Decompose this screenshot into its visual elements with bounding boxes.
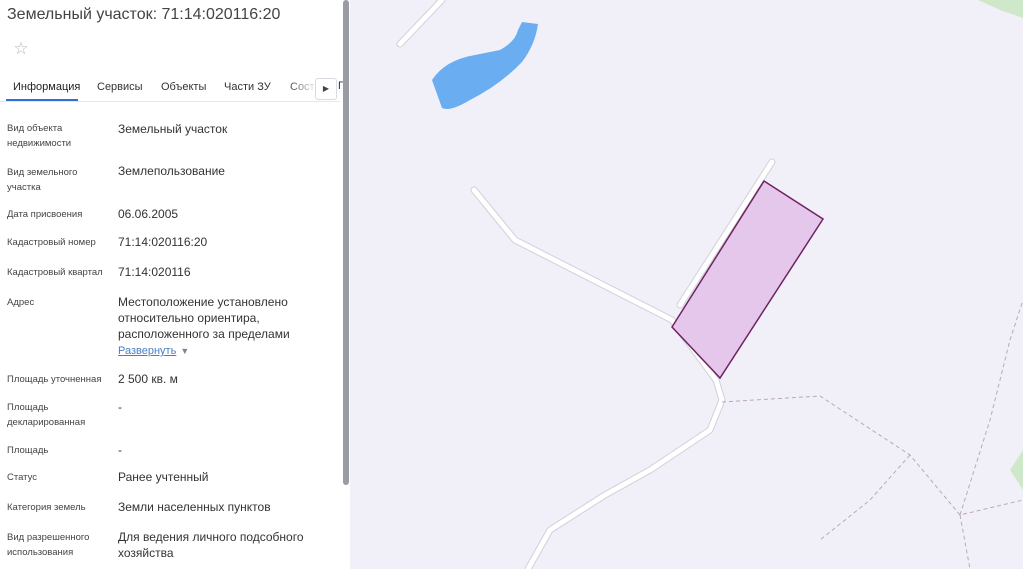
field-value-object-type: Земельный участок <box>118 122 228 136</box>
field-label-declared-area: Площадь декларированная <box>7 402 86 428</box>
map-canvas <box>350 0 1023 569</box>
tab-information[interactable]: Информация <box>13 81 80 93</box>
expand-link-label: Развернуть <box>118 345 177 357</box>
field-value-status: Ранее учтенный <box>118 470 209 484</box>
expand-link[interactable]: Развернуть ▼ <box>118 345 189 357</box>
field-value-area: - <box>118 443 122 457</box>
tab-parcel-parts[interactable]: Части ЗУ <box>224 81 271 93</box>
map-view[interactable] <box>350 0 1023 569</box>
chevron-down-icon: ▼ <box>180 346 190 356</box>
field-label-address: Адрес <box>7 297 35 308</box>
field-label-area: Площадь <box>7 445 49 456</box>
field-label-permitted-use: Вид разрешенного использования <box>7 532 90 558</box>
field-value-declared-area: - <box>118 400 122 414</box>
info-panel: Земельный участок: 71:14:020116:20 ☆ Инф… <box>0 0 350 569</box>
field-label-status: Статус <box>7 472 38 483</box>
panel-scrollbar[interactable] <box>343 0 349 485</box>
active-tab-indicator <box>6 99 78 101</box>
arrow-right-icon[interactable]: ▶ <box>315 78 337 100</box>
field-value-parcel-type: Землепользование <box>118 164 225 178</box>
field-value-cadastral-number: 71:14:020116:20 <box>118 235 208 249</box>
tab-objects[interactable]: Объекты <box>161 81 206 93</box>
field-label-parcel-type: Вид земельного участка <box>7 167 78 193</box>
page-title: Земельный участок: 71:14:020116:20 <box>7 6 281 23</box>
field-value-specified-area: 2 500 кв. м <box>118 372 178 386</box>
field-value-assignment-date: 06.06.2005 <box>118 207 179 221</box>
tab-bar: Информация Сервисы Объекты Части ЗУ Сост… <box>0 76 340 102</box>
field-label-object-type: Вид объекта недвижимости <box>7 123 72 149</box>
field-value-cadastral-quarter: 71:14:020116 <box>118 265 191 279</box>
field-label-specified-area: Площадь уточненная <box>7 374 102 385</box>
field-label-land-category: Категория земель <box>7 502 86 513</box>
field-value-land-category: Земли населенных пунктов <box>118 500 271 514</box>
field-value-permitted-use: Для ведения личного подсобного хозяйства <box>118 530 304 560</box>
field-value-address: Местоположение установлено относительно … <box>118 295 290 341</box>
field-label-assignment-date: Дата присвоения <box>7 209 83 220</box>
field-label-cadastral-number: Кадастровый номер <box>7 237 96 248</box>
field-label-cadastral-quarter: Кадастровый квартал <box>7 267 103 278</box>
star-icon[interactable]: ☆ <box>12 40 30 58</box>
tab-services[interactable]: Сервисы <box>97 81 143 93</box>
